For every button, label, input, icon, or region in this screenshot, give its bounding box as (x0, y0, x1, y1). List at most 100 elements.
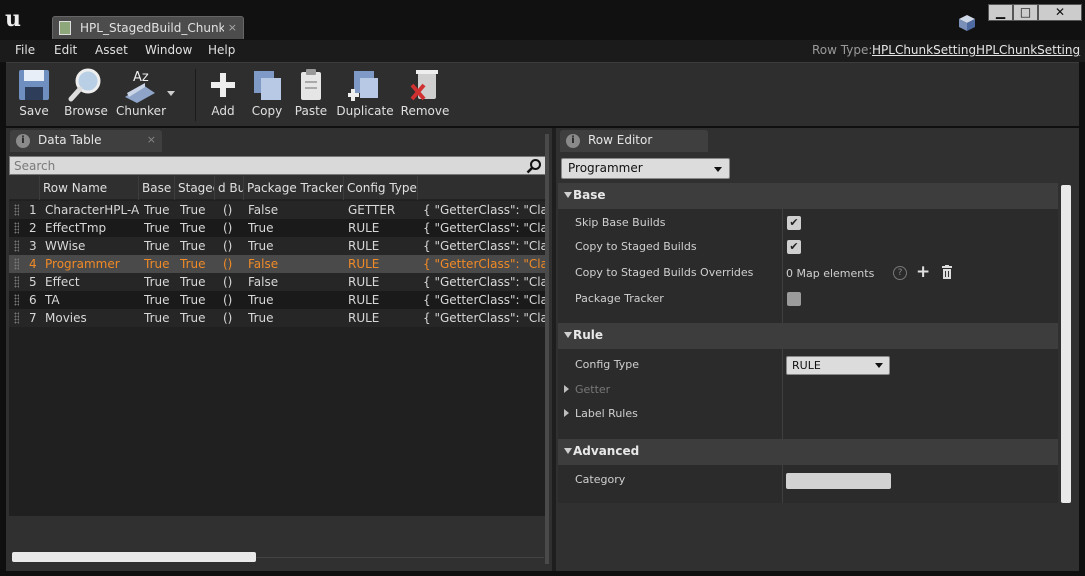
menu-edit[interactable]: Edit (54, 43, 77, 57)
property-label-rules[interactable]: Label Rules (558, 401, 1058, 427)
property-label: Category (575, 473, 626, 486)
cell-package-tracker: True (248, 239, 274, 253)
expand-arrow-icon[interactable] (564, 409, 569, 417)
cell-overrides: () (223, 203, 233, 217)
add-element-icon[interactable]: + (916, 262, 930, 282)
close-button[interactable]: ✕ (1038, 4, 1082, 21)
category-advanced[interactable]: Advanced (558, 439, 1058, 465)
duplicate-row-button[interactable]: Duplicate (336, 67, 394, 123)
left-panel-scrollbar[interactable] (545, 134, 549, 564)
cell-base: True (144, 203, 170, 217)
data-table-tab-close-icon[interactable]: × (147, 133, 156, 146)
category-base-label: Base (573, 188, 606, 202)
drag-handle-icon[interactable] (14, 204, 19, 216)
search-input[interactable] (14, 158, 514, 174)
drag-handle-icon[interactable] (14, 294, 19, 306)
chunker-button[interactable]: Az Chunker (115, 67, 167, 123)
copy-icon (254, 71, 281, 100)
details-scrollbar[interactable] (1061, 185, 1071, 503)
data-table-grid: Row Name Base E Stagec d Bu Package Trac… (9, 176, 547, 516)
help-cube-icon[interactable] (958, 14, 976, 32)
copy-to-staged-builds-checkbox[interactable]: ✔ (787, 240, 801, 254)
data-table-tab[interactable]: i Data Table × (10, 130, 162, 152)
cell-staged: True (180, 275, 206, 289)
drag-handle-icon[interactable] (14, 312, 19, 324)
cell-getter: { "GetterClass": "Class" (423, 311, 547, 325)
search-icon[interactable] (526, 158, 542, 174)
browse-button[interactable]: Browse (61, 67, 111, 123)
category-base[interactable]: Base (558, 183, 1058, 209)
property-getter[interactable]: Getter (558, 377, 1058, 403)
config-type-dropdown[interactable]: RULE (786, 356, 890, 375)
column-header-getter (418, 176, 547, 200)
property-label: Getter (575, 383, 611, 396)
remove-trash-icon (410, 70, 438, 101)
row-select-dropdown[interactable]: Programmer (561, 158, 730, 179)
document-tab[interactable]: HPL_StagedBuild_Chunks × (52, 16, 244, 39)
table-row[interactable]: 1 CharacterHPL-A True True () False GETTER { "G… (9, 201, 547, 219)
cell-row-name: WWise (45, 239, 86, 253)
horizontal-scrollbar[interactable] (12, 552, 256, 562)
trash-icon[interactable] (941, 265, 953, 279)
column-header-overrides[interactable]: d Bu (215, 176, 244, 200)
table-row[interactable]: 4 Programmer True True () False RULE { "GetterC… (9, 255, 547, 273)
column-header-config-type[interactable]: Config Type (344, 176, 418, 200)
cell-staged: True (180, 293, 206, 307)
drag-handle-icon[interactable] (14, 222, 19, 234)
package-tracker-checkbox[interactable] (787, 292, 801, 306)
menu-window[interactable]: Window (145, 43, 192, 57)
category-input[interactable] (786, 473, 891, 489)
chunker-label: Chunker (115, 104, 167, 118)
menu-asset[interactable]: Asset (95, 43, 128, 57)
cell-row-name: Movies (45, 311, 87, 325)
table-row[interactable]: 3 WWise True True () True RULE { "GetterClass":… (9, 237, 547, 255)
cell-package-tracker: True (248, 221, 274, 235)
table-row[interactable]: 7 Movies True True () True RULE { "GetterClass"… (9, 309, 547, 327)
unreal-logo-icon: u (5, 6, 21, 32)
help-icon[interactable]: ? (893, 266, 907, 280)
table-row[interactable]: 2 EffectTmp True True () True RULE { "GetterCla… (9, 219, 547, 237)
collapse-arrow-icon (564, 448, 572, 454)
copy-row-button[interactable]: Copy (246, 67, 288, 123)
drag-handle-icon[interactable] (14, 258, 19, 270)
info-icon: i (16, 134, 30, 148)
column-header-package-tracker[interactable]: Package Tracker (244, 176, 344, 200)
duplicate-label: Duplicate (336, 104, 394, 118)
cell-overrides: () (223, 293, 233, 307)
table-row[interactable]: 5 Effect True True () False RULE { "GetterClass… (9, 273, 547, 291)
document-tab-close-icon[interactable]: × (228, 21, 237, 34)
remove-row-button[interactable]: Remove (400, 67, 450, 123)
property-label: Copy to Staged Builds Overrides (575, 266, 754, 279)
collapse-arrow-icon (564, 192, 572, 198)
paste-row-button[interactable]: Paste (291, 67, 331, 123)
column-header-row-name[interactable]: Row Name (40, 176, 139, 200)
config-type-value: RULE (792, 359, 821, 372)
expand-arrow-icon[interactable] (564, 385, 569, 393)
cell-config-type: RULE (348, 221, 380, 235)
add-icon (211, 73, 235, 97)
property-copy-to-staged-builds: Copy to Staged Builds ✔ (558, 234, 1058, 260)
menu-help[interactable]: Help (208, 43, 235, 57)
row-editor-tab[interactable]: i Row Editor (560, 130, 708, 152)
column-header-staged[interactable]: Stagec (175, 176, 215, 200)
skip-base-builds-checkbox[interactable]: ✔ (787, 216, 801, 230)
datatable-asset-icon (59, 21, 71, 35)
add-row-button[interactable]: Add (205, 67, 241, 123)
menu-file[interactable]: File (15, 43, 35, 57)
cell-config-type: RULE (348, 311, 380, 325)
chunker-sort-icon: Az (125, 70, 155, 103)
table-row[interactable]: 6 TA True True () True RULE { "GetterClass": "C… (9, 291, 547, 309)
maximize-button[interactable]: □ (1013, 4, 1038, 21)
drag-handle-icon[interactable] (14, 276, 19, 288)
column-header-base[interactable]: Base E (139, 176, 175, 200)
save-button[interactable]: Save (11, 67, 57, 123)
chunker-dropdown-icon[interactable] (167, 91, 175, 96)
cell-config-type: GETTER (348, 203, 396, 217)
drag-handle-icon[interactable] (14, 240, 19, 252)
minimize-button[interactable]: ▁ (988, 4, 1013, 21)
row-type-link[interactable]: HPLChunkSettingHPLChunkSetting (872, 43, 1080, 57)
property-staged-overrides: Copy to Staged Builds Overrides 0 Map el… (558, 260, 1058, 286)
category-rule[interactable]: Rule (558, 323, 1058, 349)
data-table-tab-label: Data Table (38, 133, 102, 147)
svg-text:Az: Az (133, 70, 149, 85)
